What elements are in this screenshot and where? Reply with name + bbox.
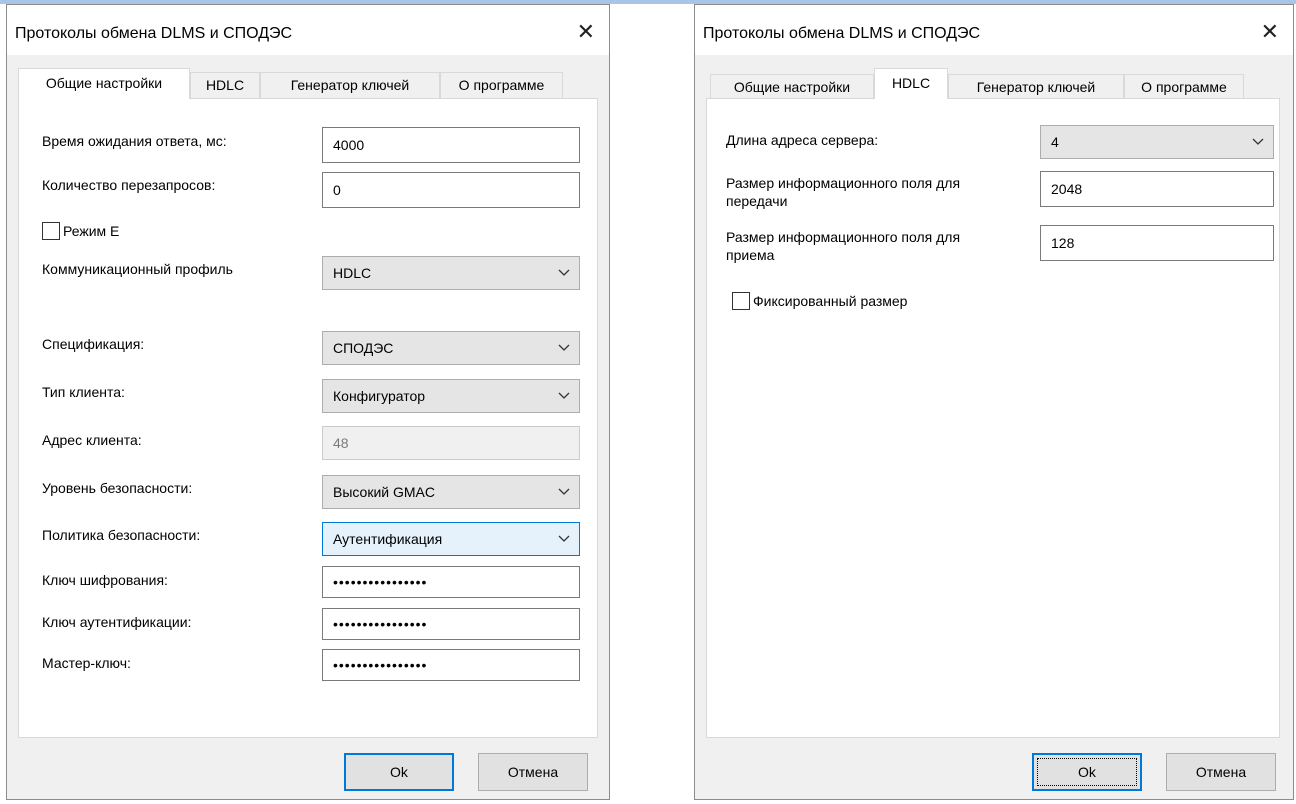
general-settings-panel: Время ожидания ответа, мс: 4000 Количест… <box>18 98 598 738</box>
title-bar: Протоколы обмена DLMS и СПОДЭС ✕ <box>695 5 1293 55</box>
mode-e-checkbox[interactable]: Режим Е <box>42 222 119 240</box>
chevron-down-icon <box>558 476 570 496</box>
fixed-size-label: Фиксированный размер <box>753 293 908 309</box>
security-policy-value: Аутентификация <box>333 531 443 547</box>
response-timeout-input[interactable]: 4000 <box>322 127 580 163</box>
tab-about[interactable]: О программе <box>1124 74 1244 100</box>
master-key-input[interactable]: •••••••••••••••• <box>322 649 580 681</box>
client-type-value: Конфигуратор <box>333 388 426 404</box>
comm-profile-label: Коммуникационный профиль <box>42 261 233 277</box>
close-icon[interactable]: ✕ <box>577 21 595 43</box>
security-policy-select[interactable]: Аутентификация <box>322 522 580 556</box>
rx-info-field-size-input[interactable]: 128 <box>1040 225 1274 261</box>
chevron-down-icon <box>558 257 570 277</box>
hdlc-settings-panel: Длина адреса сервера: 4 Размер информаци… <box>706 98 1280 738</box>
checkbox-box[interactable] <box>732 292 750 310</box>
response-timeout-label: Время ожидания ответа, мс: <box>42 133 227 149</box>
checkbox-box[interactable] <box>42 222 60 240</box>
server-address-length-label: Длина адреса сервера: <box>726 132 879 148</box>
security-level-select[interactable]: Высокий GMAC <box>322 475 580 509</box>
auth-key-input[interactable]: •••••••••••••••• <box>322 608 580 640</box>
spec-label: Спецификация: <box>42 336 145 352</box>
security-level-label: Уровень безопасности: <box>42 480 193 496</box>
dlms-settings-dialog-hdlc: Протоколы обмена DLMS и СПОДЭС ✕ Общие н… <box>694 4 1294 800</box>
comm-profile-select[interactable]: HDLC <box>322 256 580 290</box>
encryption-key-input[interactable]: •••••••••••••••• <box>322 566 580 598</box>
tab-strip: Общие настройки HDLC Генератор ключей О … <box>706 68 1253 100</box>
chevron-down-icon <box>558 523 570 543</box>
ok-button[interactable]: Ok <box>1032 753 1142 791</box>
tab-about[interactable]: О программе <box>440 72 563 98</box>
close-icon[interactable]: ✕ <box>1261 21 1279 43</box>
title-bar: Протоколы обмена DLMS и СПОДЭС ✕ <box>7 5 609 55</box>
client-type-label: Тип клиента: <box>42 384 125 400</box>
ok-button[interactable]: Ok <box>344 753 454 791</box>
chevron-down-icon <box>1252 126 1264 146</box>
tab-key-generator[interactable]: Генератор ключей <box>260 72 440 98</box>
client-address-label: Адрес клиента: <box>42 432 142 448</box>
security-policy-label: Политика безопасности: <box>42 527 201 543</box>
spec-value: СПОДЭС <box>333 340 394 356</box>
dlms-settings-dialog-general: Протоколы обмена DLMS и СПОДЭС ✕ Общие н… <box>6 4 610 800</box>
cancel-button[interactable]: Отмена <box>1166 753 1276 791</box>
retries-label: Количество перезапросов: <box>42 177 216 193</box>
client-type-select[interactable]: Конфигуратор <box>322 379 580 413</box>
tab-strip: Общие настройки HDLC Генератор ключей О … <box>18 68 569 99</box>
comm-profile-value: HDLC <box>333 265 372 281</box>
tx-info-field-size-label: Размер информационного поля для передачи <box>726 175 961 209</box>
tab-key-generator[interactable]: Генератор ключей <box>948 74 1124 100</box>
auth-key-label: Ключ аутентификации: <box>42 614 192 630</box>
fixed-size-checkbox[interactable]: Фиксированный размер <box>732 292 907 310</box>
security-level-value: Высокий GMAC <box>333 484 435 500</box>
dialog-title: Протоколы обмена DLMS и СПОДЭС <box>703 25 981 42</box>
retries-input[interactable]: 0 <box>322 172 580 208</box>
rx-info-field-size-label: Размер информационного поля для приема <box>726 229 961 263</box>
encryption-key-label: Ключ шифрования: <box>42 572 168 588</box>
dialog-title: Протоколы обмена DLMS и СПОДЭС <box>15 25 293 42</box>
tx-info-field-size-input[interactable]: 2048 <box>1040 171 1274 207</box>
server-address-length-select[interactable]: 4 <box>1040 125 1274 159</box>
tab-general[interactable]: Общие настройки <box>710 74 874 100</box>
chevron-down-icon <box>558 332 570 352</box>
client-address-input: 48 <box>322 426 580 460</box>
cancel-button[interactable]: Отмена <box>478 753 588 791</box>
tab-hdlc[interactable]: HDLC <box>190 72 260 98</box>
tab-hdlc[interactable]: HDLC <box>874 68 948 99</box>
chevron-down-icon <box>558 380 570 400</box>
spec-select[interactable]: СПОДЭС <box>322 331 580 365</box>
mode-e-label: Режим Е <box>63 223 120 239</box>
tab-general[interactable]: Общие настройки <box>18 68 190 99</box>
server-address-length-value: 4 <box>1051 134 1059 150</box>
master-key-label: Мастер-ключ: <box>42 655 131 671</box>
